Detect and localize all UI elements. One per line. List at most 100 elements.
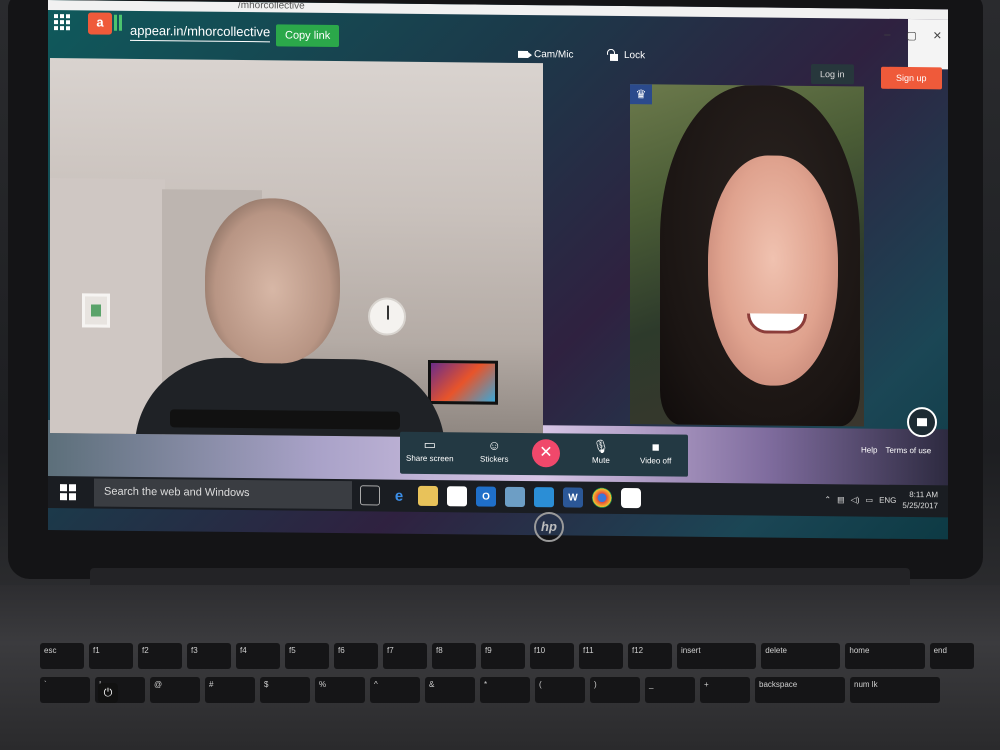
- camera-icon: [518, 50, 528, 59]
- keyboard-key[interactable]: f7: [383, 643, 427, 669]
- call-controls: ▭ Share screen ☺ Stickers ✕ 🎙 Mute ■ Vid…: [400, 431, 688, 477]
- keyboard-key[interactable]: home: [845, 643, 925, 669]
- keyboard-key[interactable]: ): [590, 677, 640, 703]
- keyboard-key[interactable]: #: [205, 677, 255, 703]
- leave-call-button[interactable]: ✕: [532, 439, 560, 468]
- wall-picture: [82, 293, 110, 328]
- lock-icon: [610, 53, 618, 61]
- keyboard-key[interactable]: backspace: [755, 677, 845, 703]
- windows-start-icon[interactable]: [60, 484, 76, 501]
- logo-bars-icon: [114, 14, 122, 31]
- crown-icon: ♛: [630, 84, 652, 105]
- help-link[interactable]: Help: [861, 446, 877, 455]
- keyboard-key[interactable]: f6: [334, 643, 378, 669]
- keyboard-key[interactable]: &: [425, 677, 475, 703]
- keyboard-key[interactable]: `: [40, 677, 90, 703]
- keyboard-key[interactable]: %: [315, 677, 365, 703]
- keyboard-key[interactable]: esc: [40, 643, 84, 669]
- keyboard-key[interactable]: $: [260, 677, 310, 703]
- stickers-label: Stickers: [480, 454, 509, 464]
- keyboard-key[interactable]: f4: [236, 643, 280, 669]
- taskbar-clock[interactable]: 8:11 AM 5/25/2017: [902, 489, 938, 511]
- participant-video-left[interactable]: [50, 58, 543, 439]
- login-button[interactable]: Log in: [811, 63, 854, 85]
- keyboard-deck: esc f1 f2 f3 f4 f5 f6 f7 f8 f9 f10 f11 f12 insert dele…: [0, 585, 1000, 750]
- edge-icon[interactable]: e: [389, 486, 409, 506]
- keyboard-key[interactable]: f3: [187, 643, 231, 669]
- app-icon[interactable]: [505, 486, 525, 507]
- stickers-button[interactable]: ☺ Stickers: [480, 437, 509, 464]
- phone: [170, 409, 400, 430]
- participant-video-right[interactable]: ♛: [630, 84, 864, 427]
- keyboard-key[interactable]: (: [535, 677, 585, 703]
- network-icon[interactable]: ▤: [837, 495, 845, 504]
- appear-in-logo[interactable]: a: [88, 12, 112, 35]
- lock-button[interactable]: Lock: [610, 50, 645, 61]
- screen: /mhorcollective – ▢ ✕ a appear.in/mhorco…: [48, 0, 948, 540]
- store-icon[interactable]: [447, 486, 467, 507]
- keyboard-key[interactable]: f5: [285, 643, 329, 669]
- keyboard-key[interactable]: f1: [89, 643, 133, 669]
- television: [428, 359, 498, 405]
- keyboard-key[interactable]: delete: [761, 643, 841, 669]
- keyboard-key[interactable]: f8: [432, 643, 476, 669]
- tray-chevron-icon[interactable]: ⌃: [824, 495, 831, 504]
- signup-button[interactable]: Sign up: [881, 66, 942, 90]
- terms-link[interactable]: Terms of use: [885, 446, 931, 455]
- language-indicator[interactable]: ENG: [879, 495, 896, 504]
- apps-grid-icon[interactable]: [54, 14, 70, 31]
- volume-icon[interactable]: ◁): [851, 495, 860, 504]
- power-icon[interactable]: ⏻: [98, 683, 118, 703]
- video-camera-icon: ■: [651, 439, 660, 455]
- keyboard-key[interactable]: end: [929, 643, 974, 669]
- word-icon[interactable]: W: [563, 487, 583, 508]
- footer-links: Help Terms of use: [861, 446, 931, 456]
- taskbar-search-input[interactable]: Search the web and Windows: [94, 478, 352, 510]
- app-icon[interactable]: [534, 487, 554, 508]
- keyboard-key[interactable]: f2: [138, 643, 182, 669]
- file-explorer-icon[interactable]: [418, 485, 438, 507]
- keyboard-key[interactable]: insert: [677, 643, 757, 669]
- smiley-icon: ☺: [487, 437, 501, 453]
- keyboard-key[interactable]: ^: [370, 677, 420, 703]
- taskbar-apps: e O W: [360, 485, 641, 509]
- chrome-icon[interactable]: [592, 487, 612, 508]
- microphone-icon: 🎙: [592, 438, 610, 454]
- chat-button[interactable]: [907, 406, 937, 438]
- keyboard-key[interactable]: num lk: [850, 677, 940, 703]
- video-off-label: Video off: [640, 456, 672, 466]
- keyboard-key[interactable]: _: [645, 677, 695, 703]
- app-icon[interactable]: [621, 488, 641, 509]
- mute-label: Mute: [592, 455, 610, 465]
- hp-logo: hp: [534, 512, 564, 542]
- browser-url[interactable]: /mhorcollective: [238, 0, 305, 12]
- keyboard-key[interactable]: *: [480, 677, 530, 703]
- participant-face: [205, 197, 340, 365]
- keyboard-key[interactable]: @: [150, 677, 200, 703]
- share-screen-label: Share screen: [406, 453, 454, 464]
- mute-button[interactable]: 🎙 Mute: [592, 438, 610, 465]
- close-icon[interactable]: ✕: [933, 29, 942, 42]
- share-screen-button[interactable]: ▭ Share screen: [406, 437, 454, 464]
- cam-mic-button[interactable]: Cam/Mic: [518, 49, 573, 61]
- task-view-icon[interactable]: [360, 485, 380, 506]
- keyboard-key[interactable]: f11: [579, 643, 623, 669]
- keyboard-key[interactable]: f12: [628, 643, 672, 669]
- copy-link-button[interactable]: Copy link: [276, 24, 340, 48]
- function-key-row: esc f1 f2 f3 f4 f5 f6 f7 f8 f9 f10 f11 f12 insert dele…: [40, 643, 974, 669]
- video-off-button[interactable]: ■ Video off: [640, 439, 672, 466]
- laptop-photo: /mhorcollective – ▢ ✕ a appear.in/mhorco…: [0, 0, 1000, 750]
- wall-clock: [368, 297, 406, 336]
- cam-mic-label: Cam/Mic: [534, 49, 574, 61]
- system-tray: ⌃ ▤ ◁) ▭ ENG 8:11 AM 5/25/2017: [824, 488, 938, 511]
- keyboard-key[interactable]: f9: [481, 643, 525, 669]
- clock-time: 8:11 AM: [909, 490, 938, 500]
- lock-label: Lock: [624, 50, 646, 62]
- notification-icon[interactable]: ▭: [866, 495, 874, 504]
- participant-face: [708, 154, 838, 387]
- keyboard-key[interactable]: +: [700, 677, 750, 703]
- outlook-icon[interactable]: O: [476, 486, 496, 507]
- keyboard-key[interactable]: f10: [530, 643, 574, 669]
- room-url[interactable]: appear.in/mhorcollective: [130, 22, 271, 43]
- clock-date: 5/25/2017: [902, 500, 938, 511]
